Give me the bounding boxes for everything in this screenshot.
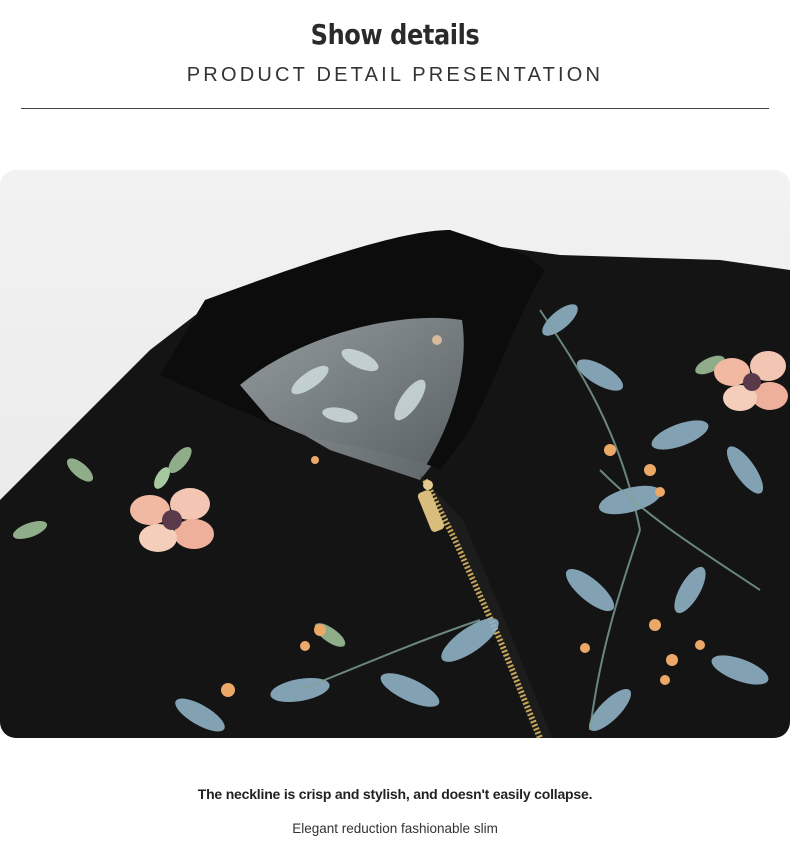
caption-headline: The neckline is crisp and stylish, and d…	[197, 786, 593, 802]
product-detail-photo	[0, 170, 790, 738]
section-title: Show details	[310, 18, 480, 51]
section-header: Show details PRODUCT DETAIL PRESENTATION	[0, 0, 790, 112]
header-divider	[21, 108, 769, 109]
jacket-neckline-closeup-icon	[0, 170, 790, 738]
caption-subline: Elegant reduction fashionable slim	[292, 821, 498, 836]
section-subtitle: PRODUCT DETAIL PRESENTATION	[186, 64, 604, 86]
